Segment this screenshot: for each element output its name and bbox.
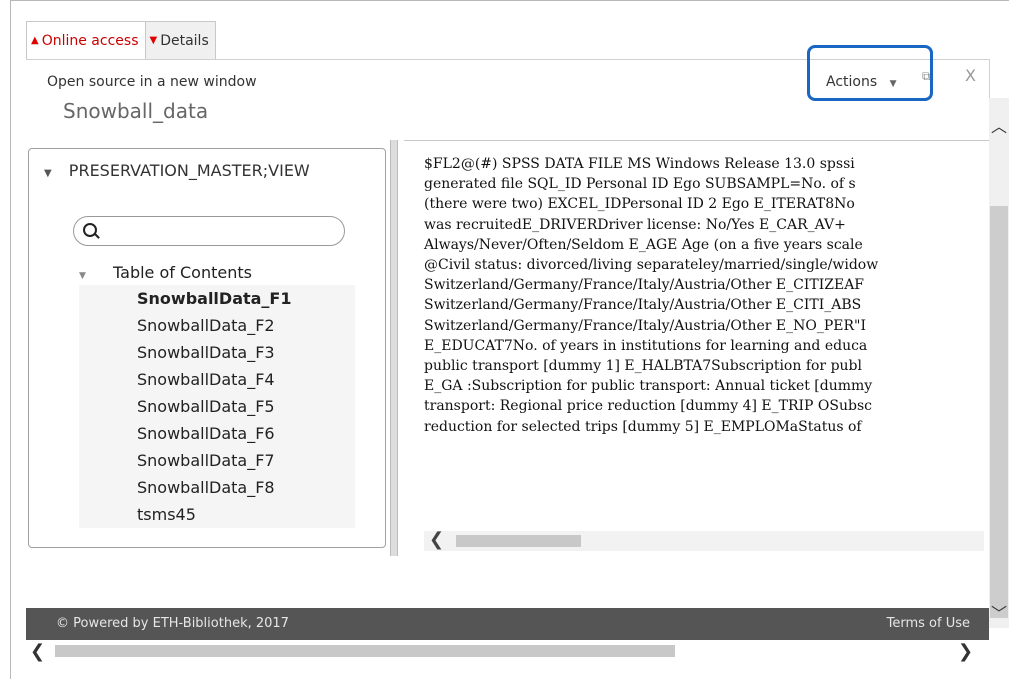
chevron-right-icon[interactable]: ❯: [958, 641, 973, 662]
document-line: reduction for selected trips [dummy 5] E…: [424, 418, 862, 435]
toc-item[interactable]: SnowballData_F5: [79, 393, 355, 420]
caret-down-icon: ▼: [44, 168, 52, 179]
page-horizontal-scrollbar[interactable]: ❮ ❯: [26, 640, 989, 662]
document-line: $FL2@(#) SPSS DATA FILE MS Windows Relea…: [424, 156, 855, 172]
toc-header[interactable]: ▼ Table of Contents: [79, 261, 355, 285]
chevron-left-icon[interactable]: ❮: [429, 529, 444, 550]
scrollbar-thumb[interactable]: [55, 645, 675, 657]
document-text: $FL2@(#) SPSS DATA FILE MS Windows Relea…: [424, 154, 989, 437]
toc-item[interactable]: SnowballData_F6: [79, 420, 355, 447]
tab-details[interactable]: ▼ Details: [145, 21, 216, 59]
actions-highlight-box: [807, 45, 933, 101]
tab-bar: ▲ Online access ▼ Details: [26, 21, 216, 59]
terms-of-use-link[interactable]: Terms of Use: [887, 616, 970, 631]
chevron-down-icon[interactable]: ﹀: [991, 600, 1007, 624]
toc-item[interactable]: SnowballData_F3: [79, 339, 355, 366]
toc-label: Table of Contents: [113, 263, 252, 282]
search-icon: [83, 223, 97, 237]
footer: © Powered by ETH-Bibliothek, 2017 Terms …: [26, 608, 989, 640]
caret-down-icon: ▼: [79, 271, 86, 281]
triangle-up-icon: ▲: [31, 35, 39, 46]
viewer-panels: ▼ PRESERVATION_MASTER;VIEW ▼ Table of Co…: [26, 140, 989, 556]
tab-label: Details: [160, 32, 209, 49]
document-line: was recruitedE_DRIVERDriver license: No/…: [424, 216, 846, 233]
scrollbar-thumb[interactable]: [456, 535, 581, 547]
view-label: PRESERVATION_MASTER;VIEW: [68, 161, 310, 180]
viewer-header: Open source in a new window Actions ▼ ⧉ …: [26, 45, 990, 101]
tab-online-access[interactable]: ▲ Online access: [26, 21, 146, 59]
search-input[interactable]: [73, 216, 345, 246]
open-in-new-window-link[interactable]: Open source in a new window: [47, 74, 257, 90]
document-line: public transport [dummy 1] E_HALBTA7Subs…: [424, 358, 862, 375]
document-line: Always/Never/Often/Seldom E_AGE Age (on …: [424, 236, 863, 253]
actions-label: Actions: [826, 74, 878, 90]
table-of-contents: ▼ Table of Contents SnowballData_F1 Snow…: [79, 261, 355, 528]
navigation-panel: ▼ PRESERVATION_MASTER;VIEW ▼ Table of Co…: [28, 148, 386, 548]
document-line: Switzerland/Germany/France/Italy/Austria…: [424, 277, 865, 294]
document-horizontal-scrollbar[interactable]: ❮: [424, 529, 984, 551]
toc-item[interactable]: SnowballData_F2: [79, 312, 355, 339]
toc-item[interactable]: tsms45: [79, 501, 355, 528]
view-selector[interactable]: ▼ PRESERVATION_MASTER;VIEW: [44, 161, 310, 180]
document-line: @Civil status: divorced/living separatel…: [424, 257, 879, 274]
panel-splitter[interactable]: [390, 140, 398, 556]
toc-item[interactable]: SnowballData_F1: [79, 285, 355, 312]
page-vertical-scrollbar[interactable]: ︿ ﹀: [989, 98, 1009, 628]
external-window-icon[interactable]: ⧉: [922, 69, 931, 84]
source-title: Snowball_data: [63, 99, 209, 123]
document-panel: $FL2@(#) SPSS DATA FILE MS Windows Relea…: [404, 140, 989, 556]
document-line: Switzerland/Germany/France/Italy/Austria…: [424, 297, 862, 314]
document-line: generated file SQL_ID Personal ID Ego SU…: [424, 176, 856, 193]
chevron-left-icon[interactable]: ❮: [30, 641, 45, 662]
document-line: Switzerland/Germany/France/Italy/Austria…: [424, 317, 867, 334]
document-line: (there were two) EXCEL_IDPersonal ID 2 E…: [424, 196, 855, 213]
toc-item[interactable]: SnowballData_F7: [79, 447, 355, 474]
document-line: transport: Regional price reduction [dum…: [424, 398, 872, 415]
tab-label: Online access: [41, 32, 139, 49]
copyright-text: © Powered by ETH-Bibliothek, 2017: [56, 616, 289, 631]
chevron-down-icon: ▼: [889, 79, 897, 89]
chevron-up-icon[interactable]: ︿: [991, 113, 1007, 137]
toc-item[interactable]: SnowballData_F8: [79, 474, 355, 501]
document-line: E_EDUCAT7No. of years in institutions fo…: [424, 337, 868, 354]
triangle-down-icon: ▼: [149, 35, 158, 46]
toc-item[interactable]: SnowballData_F4: [79, 366, 355, 393]
actions-dropdown[interactable]: Actions ▼: [826, 74, 897, 90]
close-icon[interactable]: X: [965, 66, 976, 85]
document-line: E_GA :Subscription for public transport:…: [424, 378, 873, 395]
scrollbar-thumb[interactable]: [990, 206, 1008, 618]
